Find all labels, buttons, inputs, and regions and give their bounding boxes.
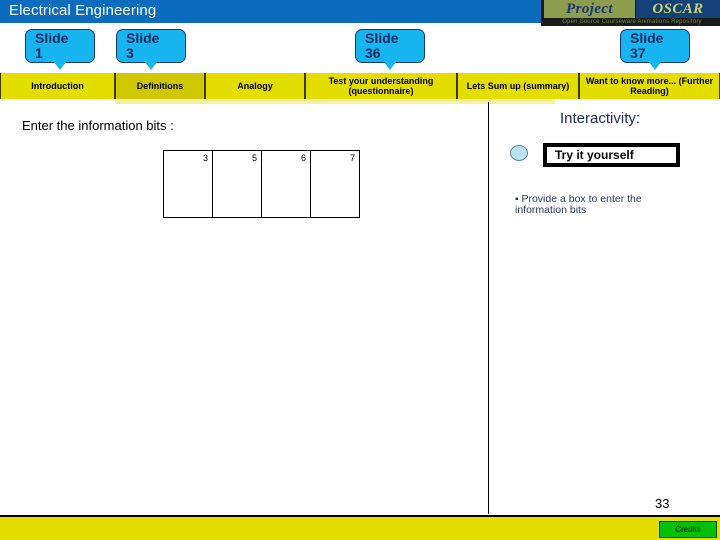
bit-value: 7 xyxy=(349,153,355,163)
information-bits-row: 3 5 6 7 xyxy=(163,150,360,218)
bit-input-box[interactable]: 3 xyxy=(163,150,213,218)
interactivity-note: ▪ Provide a box to enter the information… xyxy=(515,194,695,216)
slide-callout-label: Slide xyxy=(126,30,160,46)
slide-callout-3[interactable]: Slide 3 xyxy=(116,29,186,70)
slide-callout-number: 1 xyxy=(35,45,43,61)
slide-callout-36[interactable]: Slide 36 xyxy=(355,29,425,70)
tab-label: Test your understanding (questionnaire) xyxy=(328,76,434,96)
page-title: Electrical Engineering xyxy=(9,2,157,19)
bit-input-box[interactable]: 5 xyxy=(212,150,262,218)
enter-bits-label: Enter the information bits : xyxy=(22,118,174,133)
tab-label: Analogy xyxy=(237,81,273,91)
page-number: 33 xyxy=(655,496,670,511)
slide-callout-37[interactable]: Slide 37 xyxy=(620,29,690,70)
tab-label: Want to know more... (Further Reading) xyxy=(585,76,714,96)
interactivity-heading: Interactivity: xyxy=(560,110,641,127)
project-oscar-logo: Project OSCAR Open Source Courseware Ani… xyxy=(541,0,720,26)
circle-bullet-icon xyxy=(510,145,528,161)
callout-tail-icon xyxy=(145,62,157,70)
logo-project-word: Project xyxy=(544,0,635,18)
tab-label: Introduction xyxy=(31,81,84,91)
tab-test-your-understanding[interactable]: Test your understanding (questionnaire) xyxy=(305,73,457,99)
bit-value: 5 xyxy=(251,153,257,163)
slide-callout-number: 37 xyxy=(630,45,646,61)
bit-input-box[interactable]: 7 xyxy=(310,150,360,218)
logo-tagline: Open Source Courseware Animations Reposi… xyxy=(562,19,702,25)
tab-bar-shadow xyxy=(115,99,555,104)
footer-bar xyxy=(0,515,720,540)
tab-want-to-know-more[interactable]: Want to know more... (Further Reading) xyxy=(579,73,720,99)
tab-label: Lets Sum up (summary) xyxy=(466,81,570,91)
callout-tail-icon xyxy=(54,62,66,70)
interactivity-note-text: Provide a box to enter the information b… xyxy=(515,193,642,216)
slide-callout-label: Slide xyxy=(630,30,664,46)
credits-button[interactable]: Credits xyxy=(659,521,717,538)
bit-input-box[interactable]: 6 xyxy=(261,150,311,218)
bit-value: 3 xyxy=(202,153,208,163)
tab-analogy[interactable]: Analogy xyxy=(205,73,305,99)
slide-callout-label: Slide xyxy=(35,30,69,46)
section-tab-bar: Introduction Definitions Analogy Test yo… xyxy=(0,73,720,99)
try-it-yourself-button[interactable]: Try it yourself xyxy=(543,143,680,167)
panel-divider xyxy=(488,102,489,514)
tab-label: Definitions xyxy=(136,81,184,91)
slide-callout-1[interactable]: Slide 1 xyxy=(25,29,95,70)
tab-introduction[interactable]: Introduction xyxy=(0,73,115,99)
tab-definitions[interactable]: Definitions xyxy=(115,73,205,99)
tab-lets-sum-up[interactable]: Lets Sum up (summary) xyxy=(457,73,579,99)
callout-tail-icon xyxy=(384,62,396,70)
callout-tail-icon xyxy=(649,62,661,70)
slide-callout-label: Slide xyxy=(365,30,399,46)
logo-oscar-word: OSCAR xyxy=(636,0,720,18)
slide-callout-number: 3 xyxy=(126,45,134,61)
slide-callout-number: 36 xyxy=(365,45,381,61)
bit-value: 6 xyxy=(300,153,306,163)
